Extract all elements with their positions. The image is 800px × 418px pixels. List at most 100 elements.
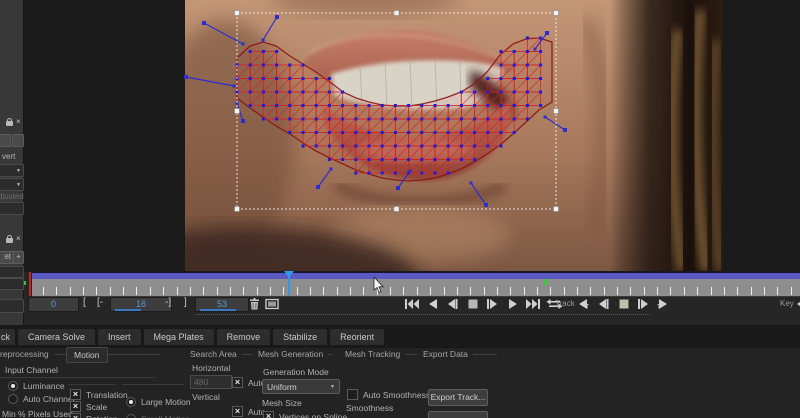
close-icon[interactable]: × bbox=[16, 236, 21, 242]
in-point-field[interactable]: 16 bbox=[110, 297, 172, 312]
track-one-back-button[interactable] bbox=[596, 298, 611, 310]
tab-track[interactable]: ck bbox=[0, 329, 15, 345]
generation-mode-dropdown[interactable]: Uniform ▼ bbox=[262, 379, 340, 394]
small-motion-radio[interactable]: Small Motion bbox=[126, 414, 190, 418]
checkbox-checked[interactable]: × bbox=[70, 401, 81, 412]
ruler-tick bbox=[163, 287, 164, 295]
auto-smoothness-checkbox[interactable]: Auto Smoothness bbox=[347, 389, 430, 400]
ruler-tick bbox=[777, 287, 778, 295]
section-title: Export Data bbox=[423, 349, 468, 359]
svg-text:T: T bbox=[657, 304, 661, 310]
tracked-range-bar[interactable] bbox=[32, 272, 800, 279]
dropdown-stub[interactable]: ▼ bbox=[0, 178, 24, 191]
frame-range-icon[interactable] bbox=[265, 298, 280, 310]
tab-remove[interactable]: Remove bbox=[217, 329, 271, 345]
vertical-auto-checkbox[interactable]: × Auto bbox=[232, 406, 266, 417]
step-back-button[interactable] bbox=[445, 298, 460, 310]
input-stub[interactable] bbox=[0, 202, 24, 215]
track-forwards-button[interactable]: T bbox=[656, 298, 671, 310]
radio-selected[interactable] bbox=[126, 397, 136, 407]
large-motion-label: Large Motion bbox=[141, 397, 191, 407]
viewer-image[interactable] bbox=[23, 0, 800, 272]
ruler-tick bbox=[791, 287, 792, 295]
checkbox-checked[interactable]: × bbox=[70, 389, 81, 400]
set-in-bracket-button[interactable]: [ bbox=[83, 297, 86, 310]
tab-reorient[interactable]: Reorient bbox=[330, 329, 384, 345]
out-point-field[interactable]: 53 bbox=[195, 297, 249, 312]
dropdown-stub[interactable]: ▼ bbox=[0, 164, 24, 177]
section-title: Mesh Tracking bbox=[345, 349, 400, 359]
luminance-radio[interactable]: Luminance bbox=[8, 381, 65, 391]
vertices-on-spline-label: Vertices on Spline bbox=[279, 412, 347, 418]
horizontal-field[interactable]: 480 bbox=[190, 375, 232, 389]
tab-insert[interactable]: Insert bbox=[98, 329, 141, 345]
playhead-handle[interactable] bbox=[283, 271, 295, 279]
ruler-tick bbox=[737, 287, 738, 295]
set-button-fragment[interactable]: et bbox=[0, 251, 14, 264]
toolbar-button-stub[interactable] bbox=[12, 134, 24, 147]
play-button[interactable] bbox=[505, 298, 520, 310]
section-title: Mesh Generation bbox=[258, 349, 323, 359]
mouse-cursor bbox=[373, 277, 385, 294]
in-point-marker bbox=[29, 272, 31, 296]
stop-track-button[interactable] bbox=[616, 298, 631, 310]
track-one-forward-button[interactable] bbox=[636, 298, 651, 310]
input-stub[interactable] bbox=[0, 266, 24, 278]
plus-button[interactable]: + bbox=[13, 251, 24, 264]
out-point-inc-button[interactable]: -] bbox=[165, 297, 171, 310]
input-stub[interactable] bbox=[0, 278, 24, 290]
toolbar-button-stub[interactable] bbox=[0, 134, 11, 147]
radio-selected[interactable] bbox=[8, 381, 18, 391]
radio-unselected[interactable] bbox=[126, 414, 136, 418]
checkbox-checked[interactable]: × bbox=[263, 411, 274, 418]
checkbox-checked[interactable]: × bbox=[232, 406, 243, 417]
luminance-label: Luminance bbox=[23, 381, 65, 391]
tab-mega-plates[interactable]: Mega Plates bbox=[144, 329, 214, 345]
horizontal-auto-checkbox[interactable]: × Auto bbox=[232, 377, 266, 388]
stop-button[interactable] bbox=[465, 298, 480, 310]
checkbox-checked[interactable]: × bbox=[232, 377, 243, 388]
timeline-ruler[interactable] bbox=[32, 279, 800, 297]
ruler-tick bbox=[230, 287, 231, 295]
checkbox-checked[interactable]: × bbox=[70, 413, 81, 418]
divider bbox=[68, 384, 116, 385]
delete-keyframes-icon[interactable] bbox=[248, 298, 261, 310]
play-backwards-button[interactable] bbox=[425, 298, 440, 310]
jump-start-button[interactable] bbox=[405, 298, 420, 310]
export-button-stub[interactable] bbox=[428, 411, 488, 418]
tab-camera-solve[interactable]: Camera Solve bbox=[18, 329, 95, 345]
ruler-tick bbox=[337, 287, 338, 295]
auto-smoothness-label: Auto Smoothness bbox=[363, 390, 430, 400]
tab-stabilize[interactable]: Stabilize bbox=[273, 329, 327, 345]
section-export-data: Export Data bbox=[423, 349, 497, 359]
current-frame-field[interactable]: 0 bbox=[28, 297, 79, 312]
lock-icon[interactable] bbox=[6, 121, 13, 126]
viewer-canvas[interactable] bbox=[23, 0, 800, 272]
large-motion-radio[interactable]: Large Motion bbox=[126, 397, 191, 407]
rotation-checkbox[interactable]: × Rotation bbox=[70, 413, 118, 418]
scale-checkbox[interactable]: × Scale bbox=[70, 401, 107, 412]
close-icon[interactable]: × bbox=[16, 119, 21, 125]
check-icon: × bbox=[73, 389, 78, 399]
auto-channel-radio[interactable]: Auto Channel bbox=[8, 394, 75, 404]
translation-checkbox[interactable]: × Translation bbox=[70, 389, 128, 400]
radio-unselected[interactable] bbox=[8, 394, 18, 404]
ruler-tick bbox=[70, 287, 71, 295]
in-point-dec-button[interactable]: [- bbox=[97, 297, 103, 310]
key-back-button[interactable] bbox=[796, 298, 800, 310]
lock-icon[interactable] bbox=[6, 238, 13, 243]
section-mesh-generation: Mesh Generation bbox=[258, 349, 332, 359]
input-stub[interactable] bbox=[0, 299, 24, 313]
jump-end-button[interactable] bbox=[525, 298, 540, 310]
export-track-button[interactable]: Export Track... bbox=[428, 389, 488, 406]
vertices-on-spline-checkbox[interactable]: × Vertices on Spline bbox=[263, 411, 347, 418]
ruler-tick bbox=[123, 287, 124, 295]
track-backwards-button[interactable]: T bbox=[576, 298, 591, 310]
set-out-bracket-button[interactable]: ] bbox=[184, 297, 187, 310]
motion-tab[interactable]: Motion bbox=[66, 347, 108, 363]
ruler-tick bbox=[711, 287, 712, 295]
ruler-tick bbox=[150, 287, 151, 295]
step-forward-button[interactable] bbox=[485, 298, 500, 310]
section-mesh-tracking: Mesh Tracking bbox=[345, 349, 417, 359]
checkbox-unchecked[interactable] bbox=[347, 389, 358, 400]
